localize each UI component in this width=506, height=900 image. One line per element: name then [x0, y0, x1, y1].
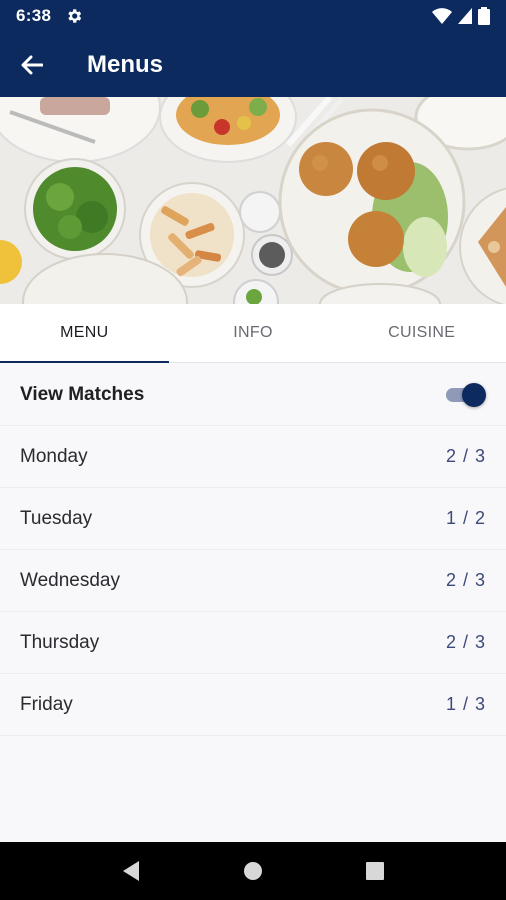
- back-triangle-icon: [123, 861, 139, 881]
- recents-square-icon: [366, 862, 384, 880]
- settings-gear-icon: [68, 9, 82, 23]
- wifi-icon: [432, 8, 452, 24]
- view-matches-label: View Matches: [20, 383, 145, 405]
- page-title: Menus: [87, 50, 164, 78]
- arrow-left-icon: [21, 55, 43, 74]
- match-count: 2 / 3: [445, 632, 486, 652]
- list-item-monday[interactable]: Monday 2 / 3: [0, 426, 506, 488]
- hero-food-image: [0, 97, 506, 304]
- back-button[interactable]: [0, 32, 64, 97]
- nav-home-button[interactable]: [223, 842, 283, 900]
- food-platters-photo: [0, 97, 506, 304]
- tab-bar: MENU INFO CUISINE: [0, 304, 506, 363]
- tab-info[interactable]: INFO: [169, 304, 338, 362]
- signal-icon: [458, 8, 472, 24]
- view-matches-row[interactable]: View Matches: [0, 364, 506, 426]
- tab-cuisine[interactable]: CUISINE: [337, 304, 506, 362]
- day-label: Tuesday: [20, 507, 93, 529]
- list-item-tuesday[interactable]: Tuesday 1 / 2: [0, 488, 506, 550]
- match-count: 2 / 3: [445, 570, 486, 590]
- match-count: 1 / 2: [445, 508, 486, 528]
- day-label: Thursday: [20, 631, 100, 653]
- match-count: 2 / 3: [445, 446, 486, 466]
- nav-back-button[interactable]: [101, 842, 161, 900]
- match-count: 1 / 3: [445, 694, 486, 714]
- view-matches-toggle[interactable]: [446, 382, 486, 408]
- battery-icon: [478, 7, 490, 25]
- list-item-friday[interactable]: Friday 1 / 3: [0, 674, 506, 736]
- day-list: View Matches Monday 2 / 3 Tuesday 1 / 2 …: [0, 364, 506, 736]
- day-label: Friday: [20, 693, 73, 715]
- day-label: Wednesday: [20, 569, 120, 591]
- toggle-thumb: [462, 382, 486, 407]
- status-indicators: [432, 7, 490, 25]
- day-label: Monday: [20, 445, 88, 467]
- nav-recents-button[interactable]: [345, 842, 405, 900]
- system-nav-bar: [0, 842, 506, 900]
- home-circle-icon: [244, 862, 262, 880]
- list-item-wednesday[interactable]: Wednesday 2 / 3: [0, 550, 506, 612]
- app-bar: Menus: [0, 32, 506, 97]
- status-time: 6:38: [16, 6, 52, 25]
- status-bar: 6:38: [0, 0, 506, 32]
- list-item-thursday[interactable]: Thursday 2 / 3: [0, 612, 506, 674]
- tab-menu[interactable]: MENU: [0, 304, 169, 363]
